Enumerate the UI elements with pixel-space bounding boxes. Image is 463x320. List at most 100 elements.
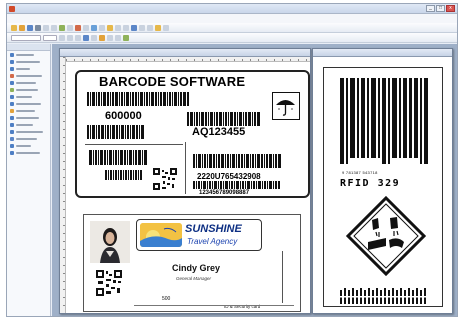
sunshine-logo[interactable]: SUNSHINE Travel Agency <box>136 219 262 251</box>
tree-item-icon <box>10 80 14 85</box>
toolbar-button[interactable] <box>107 24 113 31</box>
size-select[interactable] <box>43 34 57 41</box>
print-icon[interactable] <box>35 24 41 31</box>
toolbar-button[interactable] <box>115 24 121 31</box>
tree-item[interactable] <box>7 114 50 121</box>
bold-icon[interactable] <box>59 34 65 41</box>
person-name[interactable]: Cindy Grey <box>172 263 220 273</box>
label-document-window[interactable]: BARCODE SOFTWARE 600000 AQ123455 2220U76… <box>59 48 311 314</box>
code-aq123455[interactable]: AQ123455 <box>192 126 245 138</box>
tree-item-icon <box>10 101 14 106</box>
tree-item[interactable] <box>7 79 50 86</box>
rfid-label[interactable]: 9 781387 543718 RFID 329 <box>323 67 443 307</box>
id-card-label[interactable]: SUNSHINE Travel Agency Cindy Grey Genera… <box>83 214 301 312</box>
barcode-5[interactable] <box>193 154 283 168</box>
id-number[interactable]: 500 <box>162 296 170 302</box>
tree-item[interactable] <box>7 72 50 79</box>
tree-item[interactable] <box>7 65 50 72</box>
toolbar-button[interactable] <box>91 34 97 41</box>
divider <box>85 144 183 145</box>
card-qr-code[interactable] <box>96 270 122 296</box>
toolbar-button[interactable] <box>123 24 129 31</box>
toolbar-button[interactable] <box>59 24 65 31</box>
tree-item-icon <box>10 129 14 134</box>
main-toolbar <box>7 23 457 33</box>
code-long[interactable]: 2220U765432908 <box>197 172 261 181</box>
qr-code[interactable] <box>153 168 177 190</box>
toolbar-button[interactable] <box>99 34 105 41</box>
toolbar-button[interactable] <box>99 24 105 31</box>
toolbar-button[interactable] <box>43 24 49 31</box>
tree-item-icon <box>10 66 14 71</box>
open-folder-icon[interactable] <box>19 24 25 31</box>
portrait-photo[interactable] <box>90 221 130 263</box>
tree-item[interactable] <box>7 58 50 65</box>
tree-item[interactable] <box>7 100 50 107</box>
label-title[interactable]: BARCODE SOFTWARE <box>99 74 245 89</box>
barcode-small[interactable] <box>105 170 145 180</box>
rfid-text[interactable]: RFID 329 <box>340 178 400 189</box>
rfid-antenna-icon[interactable] <box>340 288 428 304</box>
card-divider <box>282 251 283 303</box>
toolbar-button[interactable] <box>67 24 73 31</box>
design-workspace: BARCODE SOFTWARE 600000 AQ123455 2220U76… <box>52 44 457 316</box>
tree-item[interactable] <box>7 142 50 149</box>
number-600000[interactable]: 600000 <box>105 110 142 122</box>
tree-item-icon <box>10 108 14 113</box>
close-button[interactable]: x <box>446 5 455 12</box>
code-short[interactable]: 123456789098887 <box>199 190 249 196</box>
maximize-button[interactable]: □ <box>436 5 445 12</box>
tree-item[interactable] <box>7 93 50 100</box>
umbrella-icon[interactable] <box>272 92 300 120</box>
tree-item[interactable] <box>7 86 50 93</box>
toolbar-button[interactable] <box>163 24 169 31</box>
tree-item[interactable] <box>7 128 50 135</box>
barcode-2[interactable] <box>87 125 145 139</box>
tree-item[interactable] <box>7 51 50 58</box>
tree-item-icon <box>10 73 14 78</box>
tree-item-icon <box>10 136 14 141</box>
barcode-6[interactable] <box>193 181 281 189</box>
tree-item[interactable] <box>7 121 50 128</box>
tree-item[interactable] <box>7 107 50 114</box>
app-icon <box>9 6 15 12</box>
toolbar-button[interactable] <box>147 24 153 31</box>
toolbar-button[interactable] <box>75 24 81 31</box>
document-title-bar[interactable] <box>313 49 452 57</box>
toolbar-button[interactable] <box>131 24 137 31</box>
toolbar-button[interactable] <box>91 24 97 31</box>
document-title-bar[interactable] <box>60 49 310 57</box>
minimize-button[interactable]: _ <box>426 5 435 12</box>
person-role[interactable]: General Manager <box>176 276 211 281</box>
tree-item-icon <box>10 94 14 99</box>
toolbar-button[interactable] <box>139 24 145 31</box>
font-select[interactable] <box>11 34 41 41</box>
underline-icon[interactable] <box>75 34 81 41</box>
toolbar-button[interactable] <box>107 34 113 41</box>
tree-item-icon <box>10 115 14 120</box>
tree-item[interactable] <box>7 149 50 156</box>
toolbar-button[interactable] <box>123 34 129 41</box>
rfid-barcode[interactable] <box>340 78 428 164</box>
tree-item-icon <box>10 143 14 148</box>
barcode-label[interactable]: BARCODE SOFTWARE 600000 AQ123455 2220U76… <box>75 70 310 198</box>
toolbar-button[interactable] <box>155 24 161 31</box>
rfid-document-window[interactable]: 9 781387 543718 RFID 329 <box>312 48 453 314</box>
barcode-1[interactable] <box>87 92 191 106</box>
tree-item[interactable] <box>7 135 50 142</box>
align-icon[interactable] <box>83 34 89 41</box>
new-file-icon[interactable] <box>11 24 17 31</box>
tree-item-icon <box>10 87 14 92</box>
title-bar: _ □ x <box>7 4 457 14</box>
corrosive-hazard-icon[interactable] <box>345 195 427 277</box>
toolbar-button[interactable] <box>83 24 89 31</box>
toolbar-button[interactable] <box>51 24 57 31</box>
save-icon[interactable] <box>27 24 33 31</box>
toolbar-button[interactable] <box>115 34 121 41</box>
barcode-3[interactable] <box>187 112 261 126</box>
barcode-4[interactable] <box>89 150 149 165</box>
app-window: _ □ x BARCODE SOFTWARE 600000 AQ123455 2… <box>6 3 458 317</box>
rfid-barcode-digits[interactable]: 9 781387 543718 <box>342 170 378 175</box>
panel-header <box>7 44 50 51</box>
italic-icon[interactable] <box>67 34 73 41</box>
